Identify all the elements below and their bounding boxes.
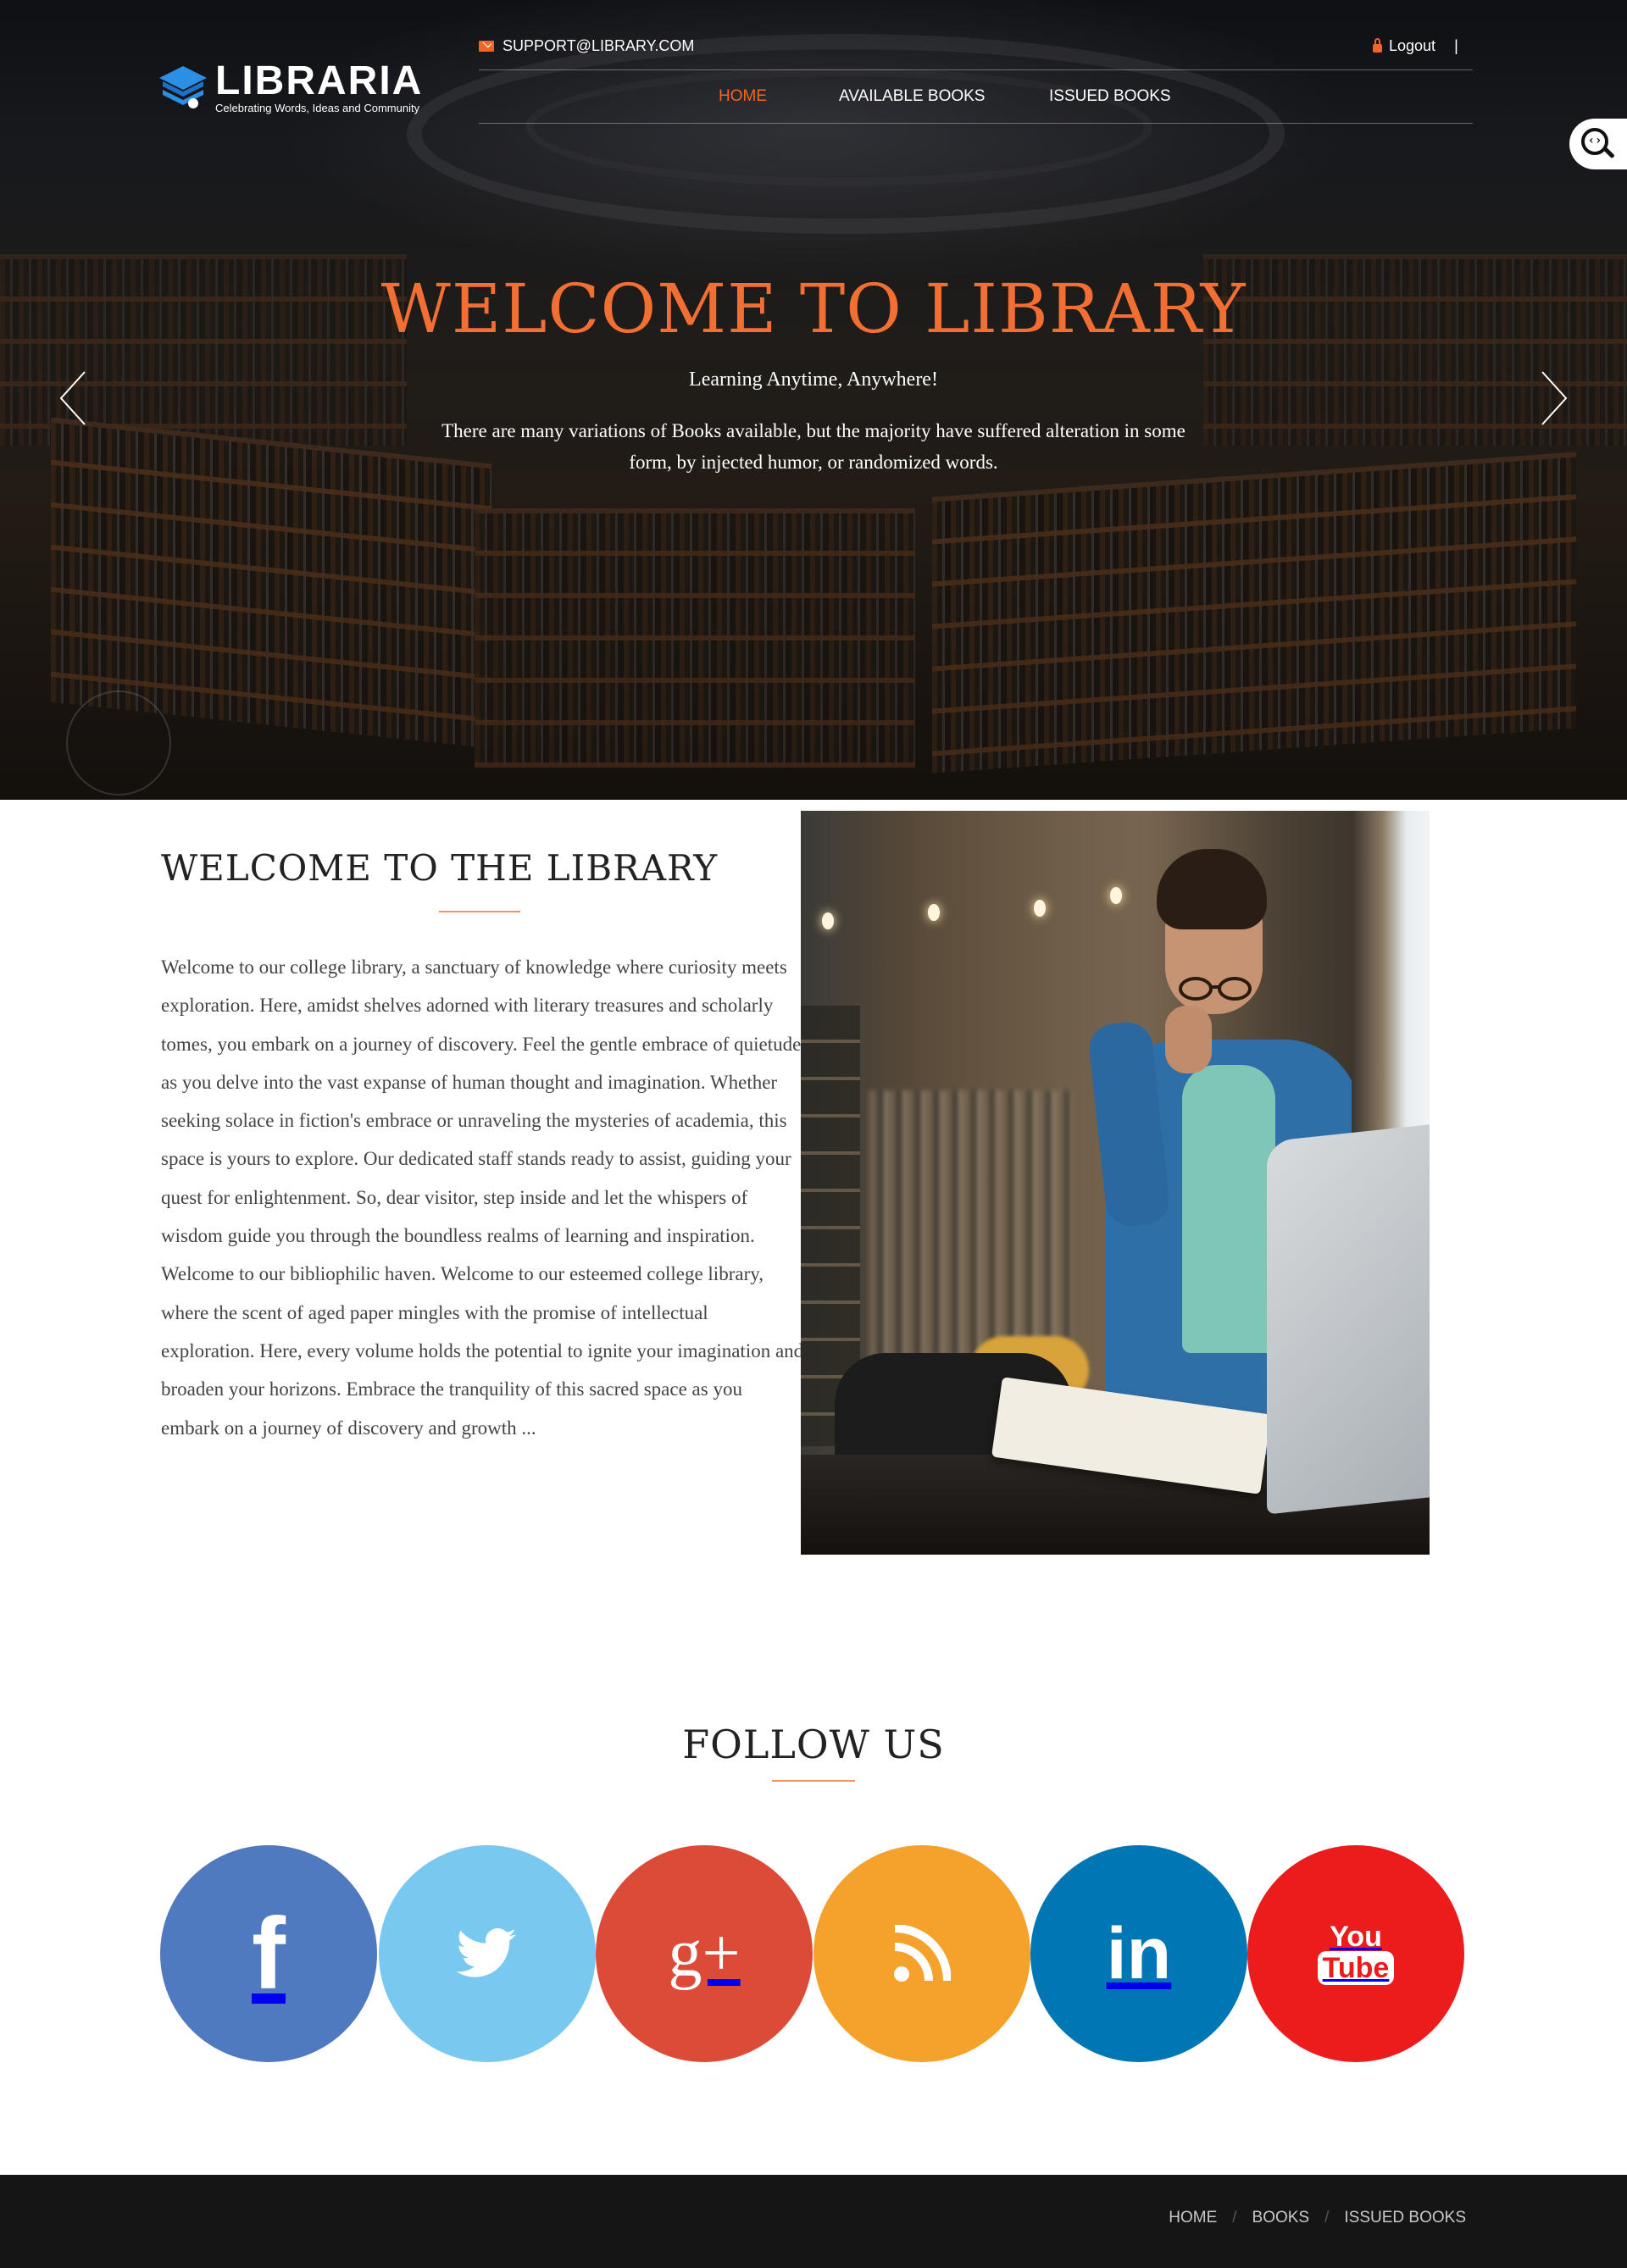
support-email-text: SUPPORT@LIBRARY.COM (503, 36, 695, 54)
ceiling-light (822, 912, 834, 929)
linkedin-button[interactable]: in (1030, 1845, 1247, 2062)
twitter-button[interactable] (379, 1845, 596, 2062)
brand-tagline: Celebrating Words, Ideas and Community (215, 102, 420, 114)
person-hand (1165, 1006, 1212, 1073)
hero-overlay (0, 0, 1627, 800)
accessibility-button[interactable]: ‹› (1569, 119, 1627, 169)
ceiling-light (1034, 900, 1046, 917)
facebook-button[interactable]: f (160, 1845, 377, 2062)
glasses-icon (1179, 977, 1252, 1001)
ceiling-light (1110, 887, 1122, 904)
google-plus-icon: g+ (668, 1916, 741, 1991)
lock-icon (1373, 37, 1382, 53)
about-title: WELCOME TO THE LIBRARY (161, 847, 719, 889)
youtube-icon-bottom: Tube (1317, 1951, 1395, 1985)
student-reading-image (801, 811, 1430, 1555)
about-text: Welcome to our college library, a sanctu… (161, 957, 804, 1439)
footer-nav: HOME / BOOKS / ISSUED BOOKS (1169, 2209, 1466, 2227)
nav-item-issued-books[interactable]: ISSUED BOOKS (1049, 85, 1185, 108)
footer-link-issued-books[interactable]: ISSUED BOOKS (1344, 2209, 1466, 2227)
person-tshirt (1182, 1065, 1275, 1353)
nav-divider-bottom (479, 123, 1473, 124)
follow-title: FOLLOW US (682, 1722, 945, 1767)
youtube-button[interactable]: You Tube (1247, 1845, 1464, 2062)
facebook-icon: f (252, 1897, 286, 2010)
laptop (1267, 1123, 1430, 1515)
about-title-underline (439, 911, 520, 912)
rss-icon (894, 1925, 951, 1982)
nav-item-home[interactable]: HOME (719, 85, 839, 108)
logout-link[interactable]: Logout | (1373, 36, 1458, 56)
book-stack-icon (159, 66, 207, 108)
logout-label: Logout (1389, 36, 1436, 54)
hero-banner: LIBRARIA Celebrating Words, Ideas and Co… (0, 0, 1627, 800)
brand-name: LIBRARIA (215, 58, 424, 103)
watermark-seal (66, 690, 171, 796)
footer: HOME / BOOKS / ISSUED BOOKS (0, 2175, 1627, 2268)
footer-separator: / (1324, 2209, 1330, 2226)
youtube-icon: You Tube (1317, 1921, 1395, 1985)
nav-divider-top (479, 69, 1473, 70)
main-nav: HOME AVAILABLE BOOKS ISSUED BOOKS (719, 85, 1185, 108)
support-email[interactable]: SUPPORT@LIBRARY.COM (479, 36, 694, 56)
youtube-icon-top: You (1330, 1921, 1382, 1953)
hero-subtitle: Learning Anytime, Anywhere! (689, 369, 938, 391)
linkedin-icon: in (1106, 1913, 1172, 1994)
nav-item-available-books[interactable]: AVAILABLE BOOKS (839, 85, 1049, 108)
footer-separator: / (1232, 2209, 1237, 2226)
twitter-icon (457, 1928, 516, 1977)
topbar-separator: | (1454, 36, 1458, 54)
code-icon: ‹› (1587, 134, 1602, 147)
footer-link-home[interactable]: HOME (1169, 2209, 1217, 2227)
magnifier-handle (1603, 147, 1615, 159)
envelope-icon (479, 40, 494, 52)
site-logo[interactable]: LIBRARIA Celebrating Words, Ideas and Co… (158, 59, 429, 119)
ceiling-light (928, 904, 940, 921)
person-hair (1157, 849, 1267, 929)
rss-button[interactable] (814, 1845, 1030, 2062)
hero-description: There are many variations of Books avail… (441, 420, 1186, 473)
hero-title: WELCOME TO LIBRARY (380, 269, 1247, 348)
google-plus-button[interactable]: g+ (596, 1845, 813, 2062)
follow-title-underline (772, 1780, 855, 1782)
footer-link-books[interactable]: BOOKS (1252, 2209, 1310, 2227)
